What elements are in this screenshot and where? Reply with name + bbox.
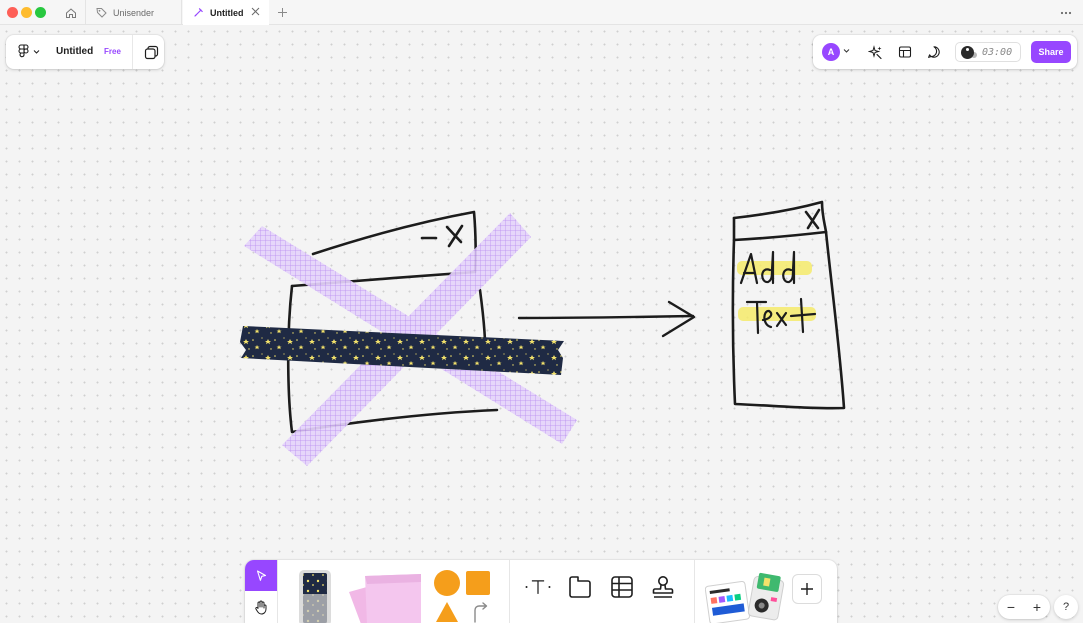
figjam-icon: [193, 7, 204, 18]
plan-badge[interactable]: Free: [104, 47, 121, 56]
timer-icon: [961, 45, 974, 59]
title-bar: Unisender Untitled: [0, 0, 1083, 25]
tab-unisender[interactable]: Unisender: [86, 0, 182, 25]
close-window-button[interactable]: [7, 7, 18, 18]
shapes-icon: [434, 570, 490, 623]
figma-logo-icon: [18, 44, 29, 58]
share-button[interactable]: Share: [1031, 41, 1071, 63]
pages-icon: [144, 45, 159, 60]
divider: [277, 560, 278, 623]
select-tool[interactable]: [245, 560, 277, 591]
plus-icon: [278, 8, 287, 17]
comments-button[interactable]: [926, 44, 942, 60]
tab-label: Untitled: [210, 7, 244, 18]
divider: [509, 560, 510, 623]
sparkle-icon: [867, 44, 882, 59]
washi-tape-icon: [299, 570, 331, 623]
close-icon[interactable]: [250, 6, 261, 19]
stamp-tool[interactable]: [650, 574, 676, 600]
cursor-icon: [256, 569, 266, 581]
text-icon: [525, 580, 551, 594]
home-tab[interactable]: [56, 0, 86, 25]
templates-and-widgets-button[interactable]: [704, 570, 785, 623]
table-tool[interactable]: [609, 574, 635, 600]
more-tools-button[interactable]: [792, 574, 822, 604]
arrow-connector: [517, 300, 696, 338]
hand-icon: [255, 600, 267, 614]
section-icon: [569, 576, 591, 598]
layout-icon: [898, 46, 912, 58]
ai-actions-button[interactable]: [867, 44, 883, 60]
main-menu-button[interactable]: [18, 44, 40, 58]
file-panel: Untitled Free: [6, 35, 164, 69]
table-icon: [611, 576, 633, 598]
shapes-tool[interactable]: [431, 570, 493, 623]
zoom-controls: − +: [998, 595, 1050, 619]
file-title[interactable]: Untitled: [56, 46, 93, 57]
home-icon: [65, 7, 76, 18]
timer-value: 03:00: [982, 46, 1013, 58]
pages-button[interactable]: [144, 45, 159, 65]
help-button[interactable]: ?: [1054, 595, 1078, 619]
maximize-window-button[interactable]: [35, 7, 46, 18]
sticky-note-tool[interactable]: [343, 570, 427, 623]
tab-label: Unisender: [113, 7, 155, 18]
divider: [694, 560, 695, 623]
hand-tool[interactable]: [245, 591, 277, 623]
section-tool[interactable]: [567, 574, 593, 600]
add-text-note-sketch: [731, 200, 846, 410]
tag-icon: [96, 7, 107, 18]
widgets-button[interactable]: [897, 44, 913, 60]
washi-tape-tool[interactable]: [295, 568, 335, 623]
plus-icon: [801, 583, 813, 595]
chevron-down-icon[interactable]: [843, 47, 850, 54]
board-canvas[interactable]: [0, 25, 1083, 623]
timer-button[interactable]: 03:00: [955, 42, 1021, 62]
more-icon[interactable]: [1059, 4, 1073, 23]
comment-icon: [928, 46, 940, 58]
collaboration-panel: A 03:00 Share: [813, 35, 1077, 69]
minimize-window-button[interactable]: [21, 7, 32, 18]
creation-toolbar: [245, 560, 837, 623]
stamp-icon: [652, 576, 674, 598]
sticky-note-icon: [349, 574, 421, 623]
zoom-in-button[interactable]: +: [1033, 599, 1041, 615]
text-tool[interactable]: [525, 574, 551, 600]
zoom-out-button[interactable]: −: [1007, 599, 1015, 615]
tab-untitled[interactable]: Untitled: [183, 0, 269, 25]
templates-icon: [704, 572, 785, 623]
chevron-down-icon: [33, 49, 40, 54]
board-drawing[interactable]: [0, 25, 1083, 623]
divider: [132, 35, 133, 69]
new-tab-button[interactable]: [277, 4, 288, 21]
avatar[interactable]: A: [822, 43, 840, 61]
